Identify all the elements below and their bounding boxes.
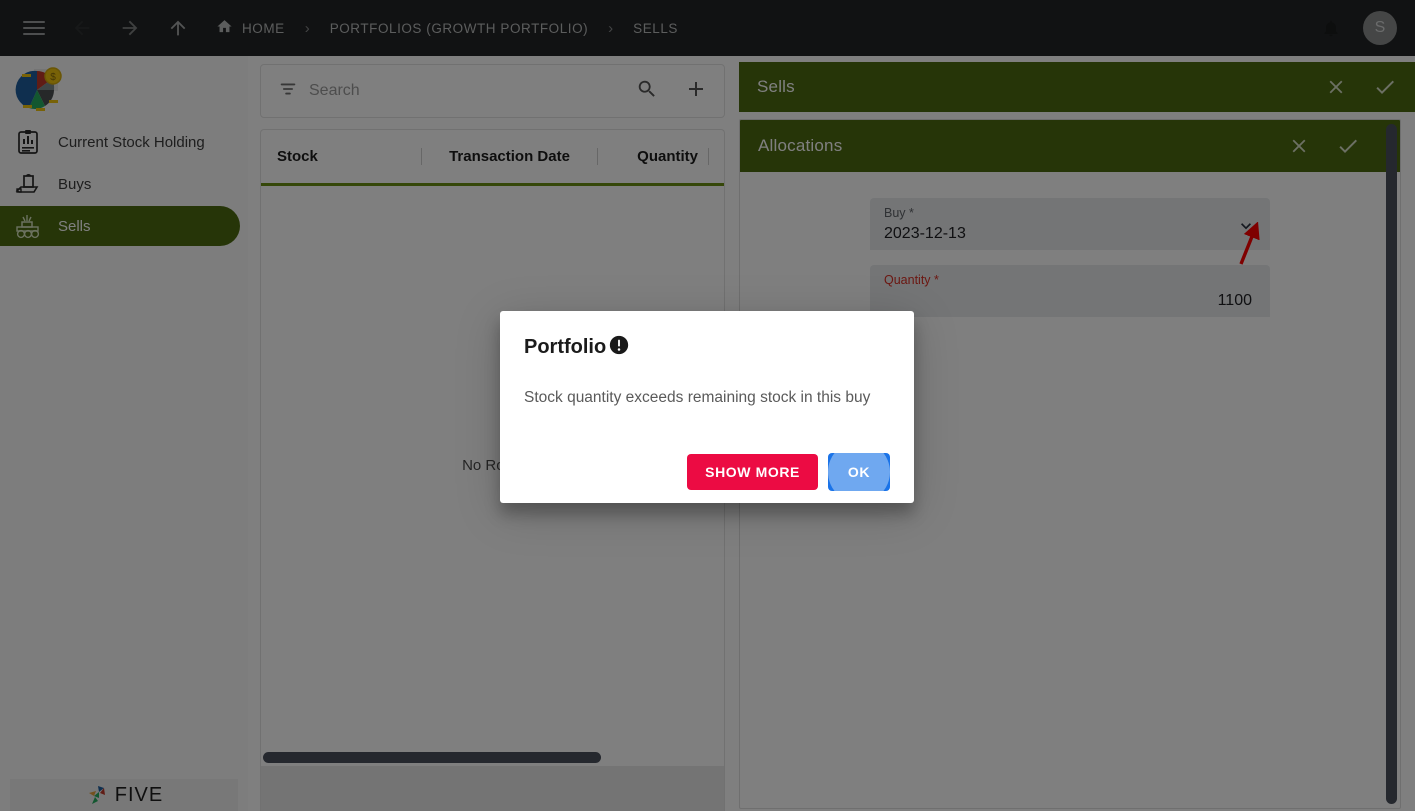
dialog-title: Portfolio [524, 336, 607, 358]
portfolio-alert-dialog: Portfolio Stock quantity exceeds remaini… [500, 311, 914, 503]
ok-button-label: OK [847, 464, 871, 480]
show-more-button[interactable]: SHOW MORE [687, 454, 818, 490]
ok-button[interactable]: OK [828, 453, 890, 491]
exclamation-circle-icon [609, 335, 629, 360]
app-root: HOME › PORTFOLIOS (GROWTH PORTFOLIO) › S… [0, 0, 1415, 811]
dialog-message: Stock quantity exceeds remaining stock i… [524, 389, 871, 406]
dialog-title-row: Portfolio [524, 335, 890, 360]
dialog-actions: SHOW MORE OK [524, 453, 890, 491]
